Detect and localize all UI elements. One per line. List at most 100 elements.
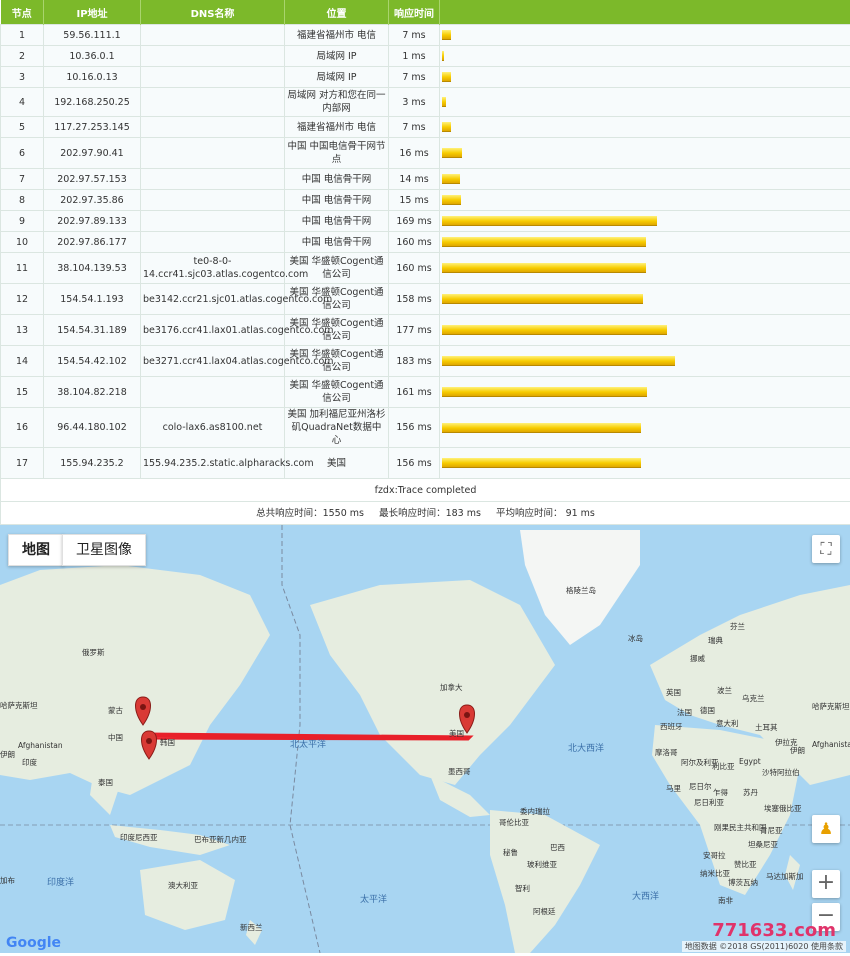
dns-name: 155.94.235.2.static.alpharacks.com	[140, 447, 314, 479]
map-label: 坦桑尼亚	[748, 840, 778, 849]
table-row: 17 155.94.235.2 155.94.235.2.static.alphar…	[0, 447, 850, 479]
response-time: 1 ms	[388, 45, 440, 67]
map-label: 沙特阿拉伯	[762, 768, 800, 777]
response-time: 169 ms	[388, 210, 440, 232]
trace-status-row: fzdx:Trace completed	[0, 478, 850, 502]
response-bar-cell	[439, 314, 850, 346]
dns-name	[140, 231, 285, 253]
header-dns: DNS名称	[140, 0, 285, 25]
map-label: 刚果民主共和国	[714, 823, 767, 832]
ocean-label: 印度洋	[47, 878, 75, 888]
ip-address: 154.54.31.189	[43, 314, 141, 346]
dns-name: be3142.ccr21.sjc01.atlas.cogentco.com	[140, 283, 332, 315]
response-time: 7 ms	[388, 24, 440, 46]
location: 局域网 IP	[284, 66, 389, 88]
hop-number: 16	[0, 407, 44, 448]
response-bar	[442, 387, 647, 397]
location: 中国 中国电信骨干网节点	[284, 137, 389, 169]
ip-address: 59.56.111.1	[43, 24, 141, 46]
map-label: 哈萨克斯坦	[812, 702, 850, 711]
map-label: 意大利	[716, 719, 739, 728]
response-bar	[442, 237, 646, 247]
dns-name	[140, 189, 285, 211]
response-time: 183 ms	[388, 345, 440, 377]
table-row: 10 202.97.86.177 中国 电信骨干网 160 ms	[0, 231, 850, 253]
hop-number: 2	[0, 45, 44, 67]
table-row: 8 202.97.35.86 中国 电信骨干网 15 ms	[0, 189, 850, 211]
map-label: 赞比亚	[734, 860, 757, 869]
ocean-label: 北太平洋	[290, 740, 327, 750]
response-bar-cell	[439, 210, 850, 232]
map-label: 蒙古	[108, 706, 123, 715]
map-label: 哥伦比亚	[499, 818, 529, 827]
table-row: 13 154.54.31.189 be3176.ccr41.lax01.atlas.…	[0, 314, 850, 346]
header-response: 响应时间	[388, 0, 440, 25]
fullscreen-icon[interactable]: ⛶	[812, 535, 840, 563]
response-bar-cell	[439, 45, 850, 67]
table-row: 3 10.16.0.13 局域网 IP 7 ms	[0, 66, 850, 88]
map-label: 法国	[677, 708, 692, 717]
map-label: 土耳其	[755, 723, 778, 732]
map-label: 俄罗斯	[82, 648, 105, 657]
map-label: 尼日尔	[689, 782, 712, 791]
table-row: 4 192.168.250.25 局域网 对方和您在同一内部网 3 ms	[0, 87, 850, 117]
map-label: 哈萨克斯坦	[0, 701, 38, 710]
table-row: 12 154.54.1.193 be3142.ccr21.sjc01.atlas.c…	[0, 283, 850, 315]
response-bar	[442, 72, 451, 82]
map-label: 波兰	[717, 686, 732, 695]
map-attribution[interactable]: 地图数据 ©2018 GS(2011)6020 使用条款	[681, 941, 846, 952]
map-label: 伊朗	[0, 750, 15, 759]
map-label: 马里	[666, 784, 681, 793]
response-time: 160 ms	[388, 252, 440, 284]
world-map[interactable]: 地图 卫星图像 ⛶ ♟ + − 格陵兰岛 冰岛 芬兰 瑞典 挪威 俄罗斯 哈萨克…	[0, 525, 850, 953]
ip-address: 202.97.86.177	[43, 231, 141, 253]
map-label: Egypt	[739, 757, 761, 766]
dns-name	[140, 137, 285, 169]
map-label: 挪威	[690, 654, 705, 663]
google-logo: Google	[6, 935, 62, 951]
location: 中国 电信骨干网	[284, 189, 389, 211]
dns-name	[140, 24, 285, 46]
hop-number: 9	[0, 210, 44, 232]
hop-number: 6	[0, 137, 44, 169]
pegman-icon[interactable]: ♟	[812, 815, 840, 843]
response-bar-cell	[439, 189, 850, 211]
zoom-in-button[interactable]: +	[812, 870, 840, 898]
tab-map[interactable]: 地图	[8, 534, 64, 566]
tab-satellite[interactable]: 卫星图像	[62, 534, 146, 566]
table-row: 16 96.44.180.102 colo-lax6.as8100.net 美国 加利…	[0, 407, 850, 448]
hop-number: 13	[0, 314, 44, 346]
map-label: 英国	[666, 688, 681, 697]
response-bar	[442, 458, 641, 468]
dns-name	[140, 116, 285, 138]
dns-name	[140, 210, 285, 232]
ip-address: 154.54.1.193	[43, 283, 141, 315]
response-bar	[442, 51, 444, 61]
map-label: 冰岛	[628, 634, 643, 643]
dns-name	[140, 45, 285, 67]
map-label: 中国	[108, 733, 123, 742]
dns-name: be3271.ccr41.lax04.atlas.cogentco.com	[140, 345, 334, 377]
hop-number: 17	[0, 447, 44, 479]
hop-number: 7	[0, 168, 44, 190]
map-label: 德国	[700, 706, 715, 715]
response-time: 7 ms	[388, 116, 440, 138]
map-label: 巴布亚新几内亚	[194, 835, 247, 844]
map-label: 瑞典	[708, 636, 723, 645]
map-label: 摩洛哥	[655, 748, 678, 757]
ip-address: 202.97.89.133	[43, 210, 141, 232]
map-label: 加拿大	[440, 683, 463, 692]
hop-number: 11	[0, 252, 44, 284]
ocean-label: 北大西洋	[568, 744, 605, 754]
dns-name	[140, 87, 285, 117]
response-bar-cell	[439, 345, 850, 377]
response-bar	[442, 325, 667, 335]
map-label: 泰国	[98, 778, 113, 787]
response-bar-cell	[439, 137, 850, 169]
table-row: 15 38.104.82.218 美国 华盛顿Cogent通信公司 161 ms	[0, 376, 850, 408]
map-label: 印度尼西亚	[120, 833, 158, 842]
response-time: 15 ms	[388, 189, 440, 211]
response-bar-cell	[439, 407, 850, 448]
map-label: 智利	[515, 884, 530, 893]
response-time: 7 ms	[388, 66, 440, 88]
